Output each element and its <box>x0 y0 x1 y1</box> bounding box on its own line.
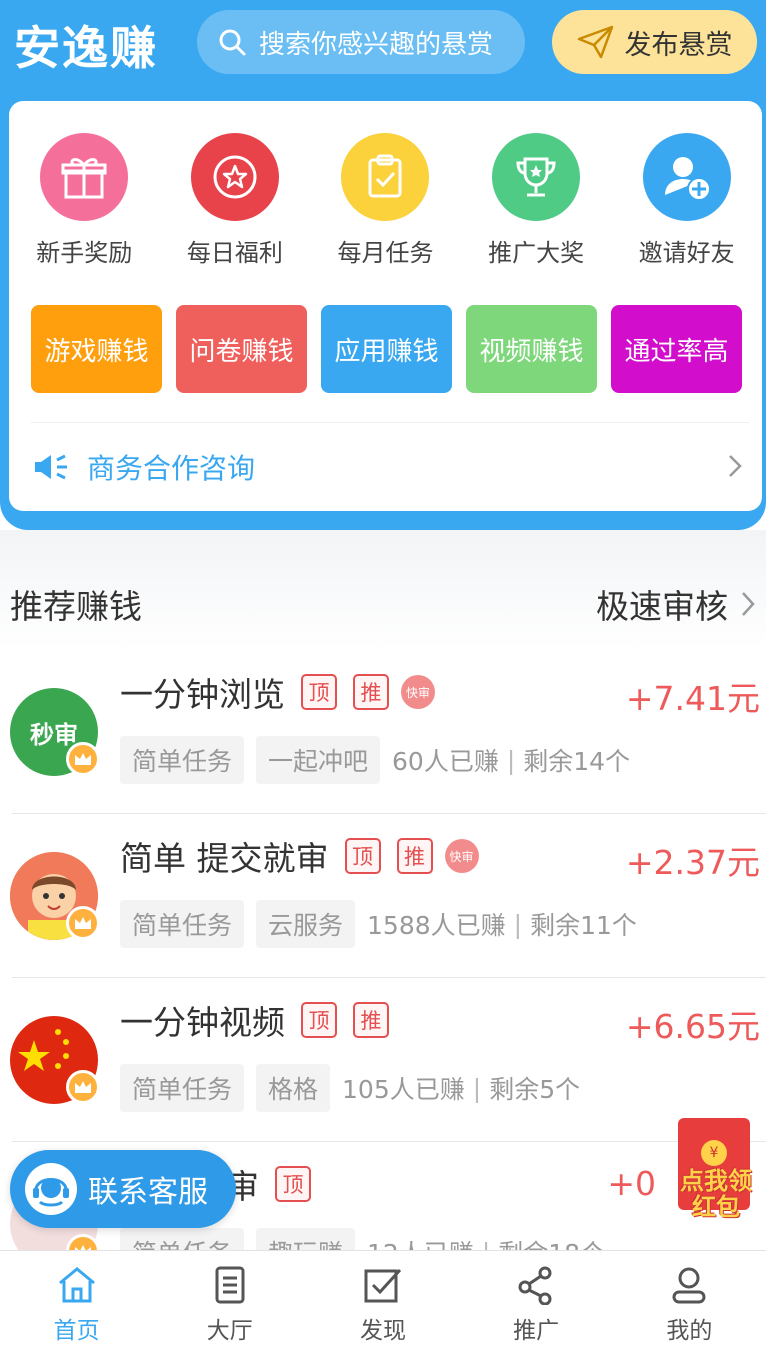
top-tag: 顶 <box>301 1002 337 1038</box>
quick-action-label: 每月任务 <box>337 239 434 267</box>
task-chip: 一起冲吧 <box>256 736 381 784</box>
top-tag: 顶 <box>344 838 381 874</box>
category-app-button[interactable]: 应用赚钱 <box>321 305 452 393</box>
nav-label: 我的 <box>666 1318 713 1344</box>
red-packet-label: 点我领红包 <box>680 1167 752 1221</box>
nav-hall[interactable]: 大厅 <box>153 1251 306 1346</box>
red-packet-button[interactable]: ¥ 点我领红包 <box>670 1118 762 1224</box>
share-icon <box>518 1266 552 1305</box>
crown-icon <box>66 1070 100 1104</box>
app-logo: 安逸赚 <box>14 21 158 75</box>
quick-action-label: 新手奖励 <box>36 239 133 267</box>
task-reward: +2.37元 <box>625 843 760 882</box>
clipboard-check-icon <box>341 133 430 221</box>
task-item[interactable]: 简单 提交就审 顶 推 快审 +2.37元 简单任务 云服务 1588人已赚 |… <box>0 814 766 978</box>
recommend-tag: 推 <box>396 838 433 874</box>
task-earned: 60人已赚 <box>392 747 499 776</box>
nav-label: 大厅 <box>206 1318 253 1344</box>
crown-icon <box>66 906 100 940</box>
task-earned: 1588人已赚 <box>367 911 506 940</box>
top-tag: 顶 <box>275 1166 311 1202</box>
publish-label: 发布悬赏 <box>624 29 733 61</box>
quick-action-invite[interactable]: 邀请好友 <box>611 133 762 268</box>
chevron-right-icon <box>742 592 755 616</box>
task-reward: +7.41元 <box>625 679 760 718</box>
recommend-tag: 推 <box>353 1002 389 1038</box>
task-chip: 格格 <box>256 1064 331 1112</box>
nav-promote[interactable]: 推广 <box>460 1251 613 1346</box>
list-icon <box>215 1266 245 1304</box>
section-title: 推荐赚钱 <box>10 587 142 626</box>
add-user-icon <box>642 133 731 221</box>
category-game-button[interactable]: 游戏赚钱 <box>31 305 162 393</box>
meta-divider: | <box>506 745 516 775</box>
contact-support-label: 联系客服 <box>88 1175 208 1210</box>
nav-label: 首页 <box>53 1318 100 1344</box>
fast-review-badge: 快审 <box>401 675 435 709</box>
task-remaining: 剩余14个 <box>523 747 631 776</box>
search-placeholder: 搜索你感兴趣的悬赏 <box>259 29 494 60</box>
task-title: 一分钟浏览 <box>120 675 285 714</box>
search-icon <box>219 29 246 56</box>
task-item[interactable]: 一分钟视频 顶 推 +6.65元 简单任务 格格 105人已赚 | 剩余5个 <box>0 978 766 1142</box>
category-high-pass-button[interactable]: 通过率高 <box>611 305 742 393</box>
meta-divider: | <box>513 909 523 939</box>
quick-action-label: 邀请好友 <box>638 239 735 267</box>
nav-home[interactable]: 首页 <box>0 1251 153 1346</box>
trophy-icon <box>492 133 581 221</box>
bottom-nav: 首页 大厅 发现 推广 我的 <box>0 1250 766 1346</box>
nav-label: 发现 <box>359 1318 406 1344</box>
headset-icon <box>25 1163 77 1215</box>
nav-me[interactable]: 我的 <box>613 1251 766 1346</box>
category-buttons: 游戏赚钱 问卷赚钱 应用赚钱 视频赚钱 通过率高 <box>31 305 742 393</box>
top-tag: 顶 <box>301 674 337 710</box>
star-badge-icon <box>190 133 279 221</box>
feature-card: 新手奖励 每日福利 每月任务 推广大奖 邀请好友 游戏赚钱 问卷赚钱 应用赚钱 … <box>9 101 762 511</box>
fast-review-link[interactable]: 极速审核 <box>596 580 756 628</box>
task-chip: 简单任务 <box>120 900 245 948</box>
paper-plane-icon <box>577 25 613 59</box>
nav-label: 推广 <box>513 1318 560 1344</box>
coin-icon: ¥ <box>701 1140 727 1166</box>
fast-review-badge: 快审 <box>444 839 479 873</box>
quick-action-monthly[interactable]: 每月任务 <box>310 133 461 268</box>
task-chip: 简单任务 <box>120 1064 245 1112</box>
category-video-button[interactable]: 视频赚钱 <box>466 305 597 393</box>
task-remaining: 剩余11个 <box>530 911 637 940</box>
business-cooperation-label: 商务合作咨询 <box>87 451 256 485</box>
task-title: 简单 提交就审 <box>120 839 329 878</box>
meta-divider: | <box>472 1073 482 1103</box>
nav-discover[interactable]: 发现 <box>306 1251 459 1346</box>
crown-icon <box>66 742 100 776</box>
quick-actions: 新手奖励 每日福利 每月任务 推广大奖 邀请好友 <box>9 133 762 268</box>
gift-icon <box>40 133 129 221</box>
chevron-right-icon <box>729 455 742 477</box>
category-survey-button[interactable]: 问卷赚钱 <box>176 305 307 393</box>
quick-action-newbie[interactable]: 新手奖励 <box>9 133 160 268</box>
business-cooperation-row[interactable]: 商务合作咨询 <box>31 422 749 510</box>
contact-support-button[interactable]: 联系客服 <box>10 1150 236 1228</box>
task-title: 一分钟视频 <box>120 1003 285 1042</box>
quick-action-label: 每日福利 <box>186 239 283 267</box>
quick-action-daily[interactable]: 每日福利 <box>160 133 311 268</box>
user-icon <box>672 1267 706 1304</box>
publish-reward-button[interactable]: 发布悬赏 <box>552 10 757 74</box>
search-input[interactable]: 搜索你感兴趣的悬赏 <box>197 10 525 74</box>
quick-action-label: 推广大奖 <box>488 239 585 267</box>
megaphone-icon <box>35 454 67 479</box>
task-remaining: 剩余5个 <box>489 1075 581 1104</box>
task-earned: 105人已赚 <box>342 1075 465 1104</box>
checkbox-icon <box>364 1268 402 1303</box>
task-chip: 云服务 <box>256 900 356 948</box>
task-item[interactable]: 秒审 一分钟浏览 顶 推 快审 +7.41元 简单任务 一起冲吧 60人已赚 |… <box>0 650 766 814</box>
task-reward: +0 <box>607 1164 656 1203</box>
recommend-tag: 推 <box>353 674 389 710</box>
fast-review-label: 极速审核 <box>596 587 728 626</box>
task-chip: 简单任务 <box>120 736 245 784</box>
home-icon <box>58 1267 95 1303</box>
avatar-text: 秒审 <box>30 720 78 749</box>
task-reward: +6.65元 <box>625 1007 760 1046</box>
quick-action-promo-prize[interactable]: 推广大奖 <box>461 133 612 268</box>
